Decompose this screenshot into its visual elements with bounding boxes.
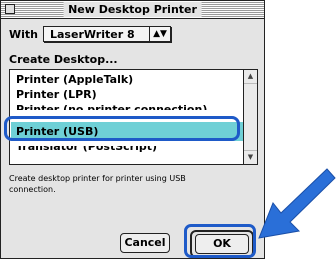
usb-selection-callout <box>4 116 240 141</box>
scroll-down-arrow-icon[interactable]: ▼ <box>244 150 257 164</box>
ok-button-callout <box>184 224 256 258</box>
driver-popup-value: LaserWriter 8 <box>50 28 135 41</box>
scroll-up-arrow-icon[interactable]: ▲ <box>244 70 257 84</box>
driver-popup-menu[interactable]: LaserWriter 8 ▲▼ <box>43 26 171 42</box>
with-row: With LaserWriter 8 ▲▼ <box>9 25 171 43</box>
list-scrollbar[interactable]: ▲ ▼ <box>243 70 257 164</box>
list-item-appletalk[interactable]: Printer (AppleTalk) <box>16 73 133 87</box>
title-bar[interactable]: New Desktop Printer <box>1 1 264 19</box>
description-text: Create desktop printer for printer using… <box>9 174 186 194</box>
dialog-title: New Desktop Printer <box>63 2 202 17</box>
cancel-button[interactable]: Cancel <box>120 233 170 253</box>
popup-arrows-icon: ▲▼ <box>149 27 170 41</box>
pointer-arrow-icon <box>258 168 336 239</box>
list-item-no-connection[interactable]: Printer (no printer connection) <box>16 103 207 110</box>
list-item-lpr[interactable]: Printer (LPR) <box>16 88 97 102</box>
list-item-translator[interactable]: Translator (PostScript) <box>16 146 157 154</box>
create-desktop-label: Create Desktop... <box>9 53 118 66</box>
close-box[interactable] <box>5 4 15 14</box>
with-label: With <box>9 27 38 41</box>
